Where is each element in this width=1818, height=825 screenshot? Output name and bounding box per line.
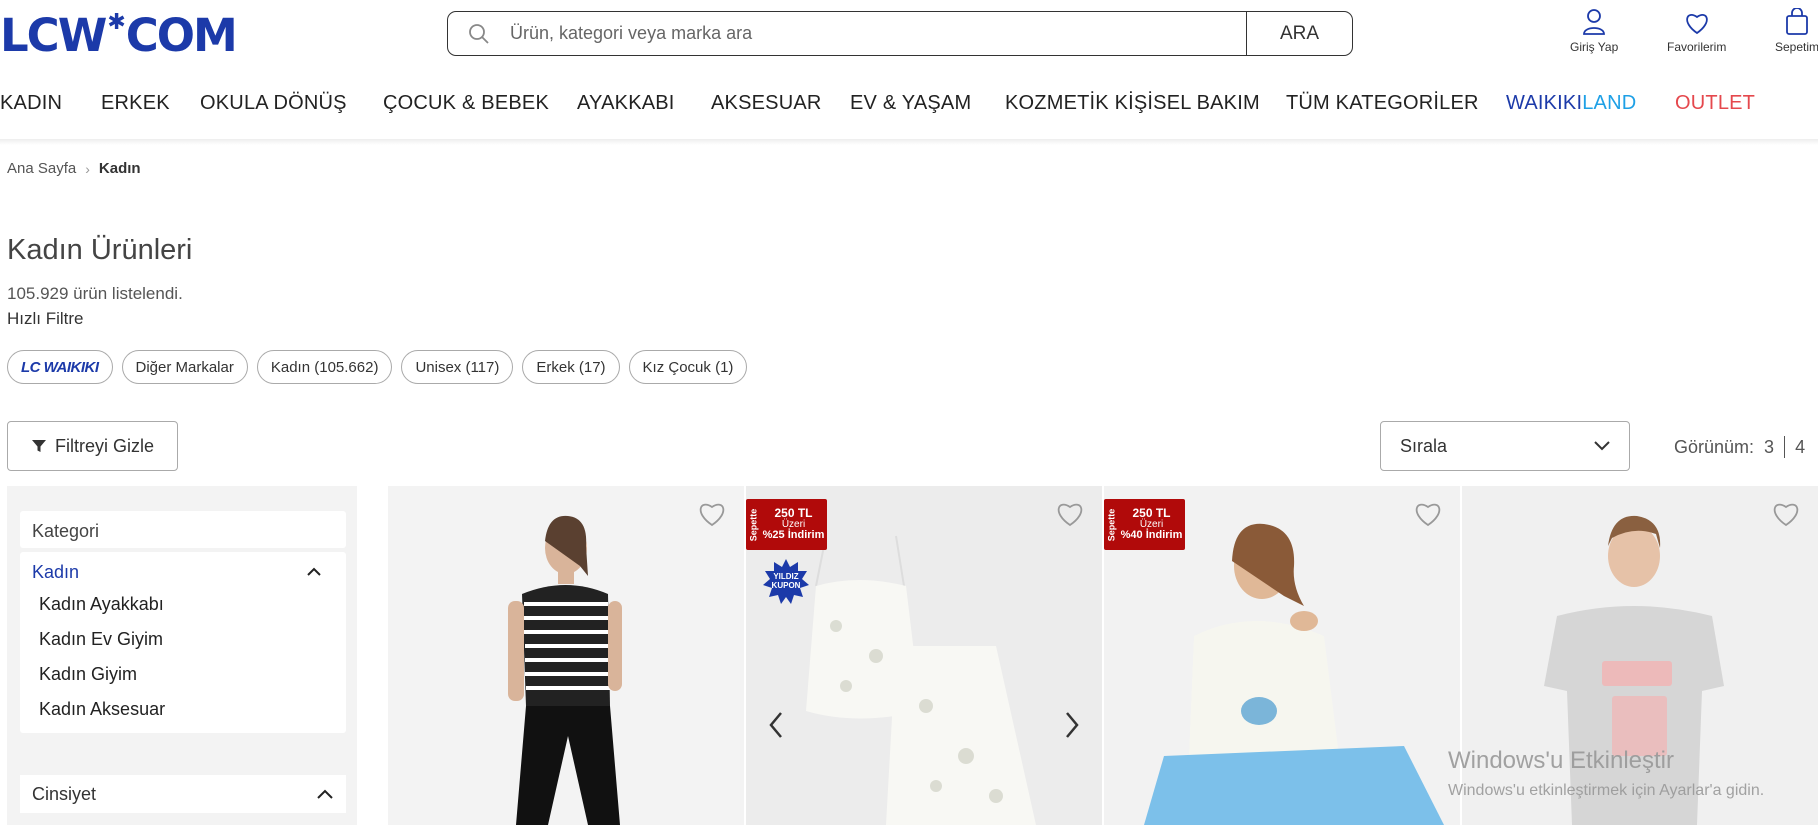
- badge-side: Sepette: [746, 499, 760, 550]
- page: LCW✱COM ARA Giriş Yap Favorilerim Sepeti…: [0, 0, 1818, 825]
- cart-label: Sepetim: [1775, 40, 1818, 54]
- favorite-heart-icon[interactable]: [1770, 498, 1802, 528]
- badge-text: 250 TL Üzeri %25 İndirim: [760, 507, 827, 542]
- category-item[interactable]: Kadın Ev Giyim: [20, 622, 346, 657]
- view-divider: [1784, 436, 1786, 458]
- favorite-heart-icon[interactable]: [1412, 498, 1444, 528]
- category-item[interactable]: Kadın Giyim: [20, 657, 346, 692]
- search-icon: [448, 12, 510, 55]
- toggle-filter-button[interactable]: Filtreyi Gizle: [7, 421, 178, 471]
- favorites-link[interactable]: Favorilerim: [1667, 8, 1726, 54]
- chevron-right-icon[interactable]: [1064, 711, 1080, 739]
- category-header[interactable]: Kategori: [20, 511, 346, 548]
- breadcrumb: Ana Sayfa › Kadın: [7, 160, 141, 177]
- breadcrumb-current: Kadın: [98, 160, 141, 177]
- chevron-right-icon: ›: [85, 160, 90, 177]
- user-icon: [1583, 9, 1606, 35]
- chip-lc-waikiki[interactable]: LC WAIKIKI: [7, 350, 113, 384]
- sort-label: Sırala: [1400, 435, 1448, 456]
- nav-ayakkabi[interactable]: AYAKKABI: [577, 92, 675, 115]
- nav-cocuk-bebek[interactable]: ÇOCUK & BEBEK: [383, 92, 549, 115]
- view-4-columns[interactable]: 4: [1795, 437, 1805, 458]
- logo-lcw: LCW: [0, 8, 107, 62]
- badge-text: 250 TL Üzeri %40 İndirim: [1118, 507, 1185, 542]
- promo-badge: Sepette 250 TL Üzeri %25 İndirim: [746, 499, 827, 550]
- badge-discount: %25 İndirim: [762, 529, 825, 542]
- view-switcher: Görünüm: 3 4: [1674, 436, 1805, 458]
- gender-title: Cinsiyet: [32, 783, 97, 804]
- logo[interactable]: LCW ✱ COM: [0, 8, 238, 62]
- badge-line1: 250 TL: [774, 506, 813, 521]
- chevron-down-icon: [1594, 441, 1610, 451]
- chip-women[interactable]: Kadın (105.662): [256, 350, 393, 384]
- quick-filter-title: Hızlı Filtre: [7, 309, 84, 328]
- category-item[interactable]: Kadın Aksesuar: [20, 692, 346, 727]
- badge-side-text: Sepette: [1106, 508, 1117, 541]
- toggle-filter-label: Filtreyi Gizle: [54, 435, 154, 456]
- search-bar: ARA: [447, 11, 1353, 56]
- search-button[interactable]: ARA: [1246, 12, 1352, 55]
- badge-discount: %40 İndirim: [1120, 529, 1183, 542]
- promo-badge: Sepette 250 TL Üzeri %40 İndirim: [1104, 499, 1185, 550]
- logo-star-icon: ✱: [107, 10, 125, 35]
- windows-activation-text: Windows'u etkinleştirmek için Ayarlar'a …: [1448, 782, 1765, 799]
- product-card[interactable]: Sepette 250 TL Üzeri %40 İndirim: [1104, 486, 1460, 825]
- nav-erkek[interactable]: ERKEK: [101, 92, 170, 115]
- chip-men[interactable]: Erkek (17): [522, 350, 620, 384]
- nav-tum-kategoriler[interactable]: TÜM KATEGORİLER: [1286, 92, 1479, 115]
- windows-activation-title: Windows'u Etkinleştir: [1448, 747, 1674, 774]
- favorite-heart-icon[interactable]: [1054, 498, 1086, 528]
- nav-aksesuar[interactable]: AKSESUAR: [711, 92, 822, 115]
- heart-icon: [1686, 14, 1708, 35]
- nav-waikikiland[interactable]: WAIKIKILAND: [1506, 92, 1636, 115]
- nav-divider: [0, 139, 1818, 145]
- product-card[interactable]: [388, 486, 744, 825]
- quick-filter-chips: LC WAIKIKI Diğer Markalar Kadın (105.662…: [7, 350, 748, 384]
- favorites-label: Favorilerim: [1667, 40, 1727, 54]
- category-active[interactable]: Kadın: [20, 557, 346, 587]
- nav-ev-yasam[interactable]: EV & YAŞAM: [850, 92, 971, 115]
- chip-unisex[interactable]: Unisex (117): [401, 350, 514, 384]
- badge-side: Sepette: [1104, 499, 1118, 550]
- sort-select[interactable]: Sırala: [1380, 421, 1630, 471]
- land-text: LAND: [1582, 92, 1637, 114]
- view-3-columns[interactable]: 3: [1764, 437, 1774, 458]
- chevron-left-icon[interactable]: [768, 711, 784, 739]
- filter-icon: [31, 440, 46, 452]
- login-link[interactable]: Giriş Yap: [1570, 8, 1618, 54]
- chevron-up-icon: [317, 789, 333, 799]
- coupon-line2: KUPON: [771, 581, 801, 590]
- page-title: Kadın Ürünleri: [7, 234, 193, 266]
- logo-com: COM: [125, 8, 238, 62]
- view-label: Görünüm:: [1674, 436, 1755, 457]
- favorite-heart-icon[interactable]: [696, 498, 728, 528]
- chevron-up-icon: [307, 567, 321, 576]
- gender-filter-header[interactable]: Cinsiyet: [20, 775, 346, 813]
- category-active-label: Kadın: [32, 561, 80, 582]
- breadcrumb-home[interactable]: Ana Sayfa: [7, 160, 76, 177]
- nav-outlet[interactable]: OUTLET: [1675, 92, 1755, 115]
- chip-girl[interactable]: Kız Çocuk (1): [628, 350, 748, 384]
- cart-link[interactable]: Sepetim: [1775, 8, 1818, 54]
- chip-other-brands[interactable]: Diğer Markalar: [121, 350, 248, 384]
- badge-line1: 250 TL: [1132, 506, 1171, 521]
- waikiki-text: WAIKIKI: [1506, 92, 1583, 114]
- category-title: Kategori: [32, 520, 100, 541]
- star-coupon-badge: YILDIZ KUPON: [762, 558, 810, 606]
- login-label: Giriş Yap: [1570, 40, 1619, 54]
- filter-sidebar: Kategori Kadın Kadın Ayakkabı Kadın Ev G…: [7, 486, 357, 825]
- badge-side-text: Sepette: [748, 508, 759, 541]
- nav-kozmetik[interactable]: KOZMETİK KİŞİSEL BAKIM: [1005, 92, 1260, 115]
- bag-icon: [1786, 8, 1808, 35]
- nav-kadin[interactable]: KADIN: [0, 92, 62, 115]
- category-list: Kadın Kadın Ayakkabı Kadın Ev Giyim Kadı…: [20, 552, 346, 733]
- search-input[interactable]: [510, 12, 1246, 55]
- product-count: 105.929 ürün listelendi.: [7, 284, 183, 303]
- product-card[interactable]: Sepette 250 TL Üzeri %25 İndirim YILDIZ K…: [746, 486, 1102, 825]
- product-image: [388, 486, 744, 825]
- category-item[interactable]: Kadın Ayakkabı: [20, 587, 346, 622]
- nav-okula-donus[interactable]: OKULA DÖNÜŞ: [200, 92, 347, 115]
